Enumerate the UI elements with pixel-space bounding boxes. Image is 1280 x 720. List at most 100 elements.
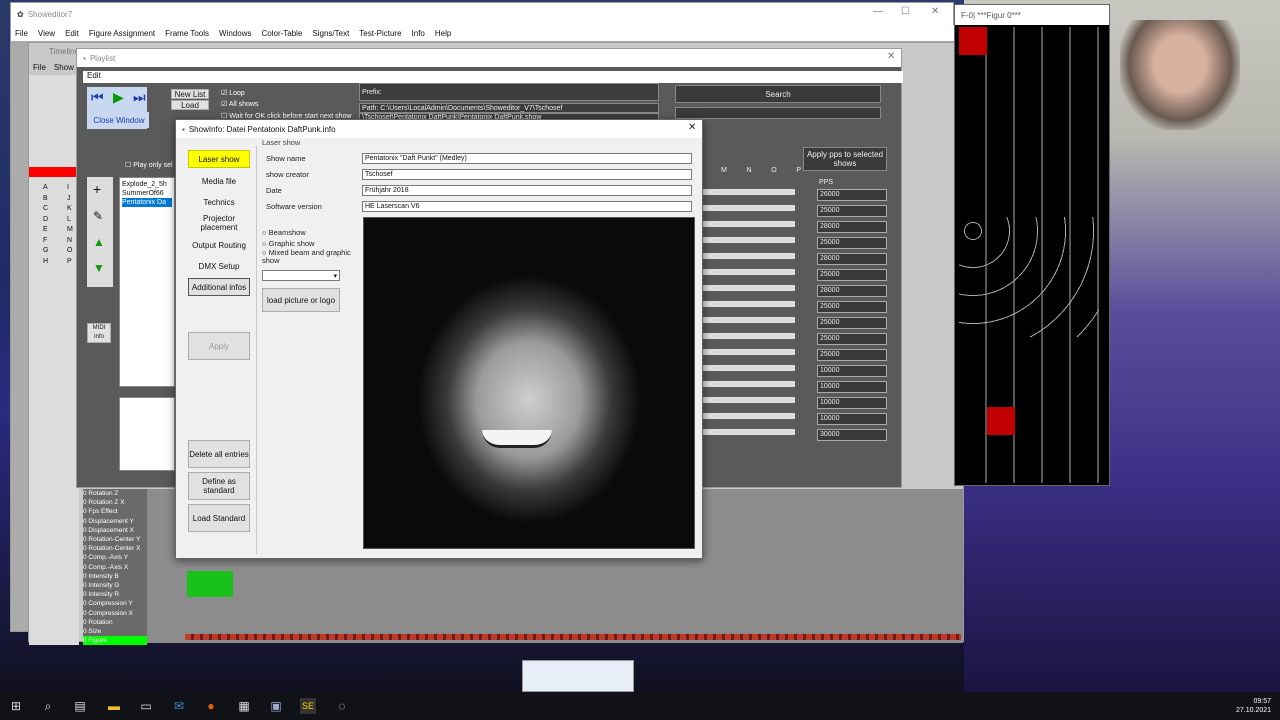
showeditor-icon[interactable]: ▣ [268, 698, 284, 714]
nav-laser-show[interactable]: Laser show [188, 150, 250, 168]
pps-field[interactable]: 25000 [817, 317, 887, 329]
track-label[interactable]: 0 Intensity G [83, 581, 147, 590]
nav-projector-placement[interactable]: Projector placement [188, 213, 250, 233]
track-label[interactable]: 0 Comp.-Axis X [83, 563, 147, 572]
close-icon[interactable]: ✕ [931, 6, 939, 17]
pps-field[interactable]: 25000 [817, 333, 887, 345]
close-window-button[interactable]: Close Window [89, 112, 149, 128]
pps-field[interactable]: 25000 [817, 349, 887, 361]
apply-pps-button[interactable]: Apply pps to selected shows [803, 147, 887, 171]
track-label[interactable]: 0 Intensity R [83, 590, 147, 599]
load-standard-button[interactable]: Load Standard [188, 504, 250, 532]
timeline-menu-file[interactable]: File [33, 63, 46, 72]
file-explorer-icon[interactable]: ▬ [106, 698, 122, 714]
radio-mixed[interactable]: ○ Mixed beam and graphic show [262, 249, 354, 265]
calculator-icon[interactable]: ▦ [236, 698, 252, 714]
pps-field[interactable]: 10000 [817, 413, 887, 425]
track-label[interactable]: 0 Rotation-Center X [83, 544, 147, 553]
menu-windows[interactable]: Windows [219, 29, 251, 38]
track-label[interactable]: 0 Fps Effect [83, 507, 147, 516]
show-name-field[interactable]: Pentatonix "Daft Punkt" (Medley) [362, 153, 692, 164]
pps-field[interactable]: 25000 [817, 205, 887, 217]
mail-icon[interactable]: ✉ [171, 698, 187, 714]
pps-field[interactable]: 10000 [817, 381, 887, 393]
move-up-icon[interactable]: ▲ [93, 235, 105, 249]
track-label[interactable]: 0 Displacement Y [83, 517, 147, 526]
menu-info[interactable]: Info [412, 29, 425, 38]
terminal-icon[interactable]: ▭ [138, 698, 154, 714]
menu-signs-text[interactable]: Signs/Text [312, 29, 349, 38]
se-app-icon[interactable]: SE [300, 698, 316, 714]
pps-field[interactable]: 30000 [817, 429, 887, 441]
load-picture-button[interactable]: load picture or logo [262, 288, 340, 312]
software-version-field[interactable]: HE Laserscan V6 [362, 201, 692, 212]
load-button[interactable]: Load [171, 100, 209, 110]
track-label[interactable]: 0 Rotation-Center Y [83, 535, 147, 544]
show-creator-field[interactable]: Tschosef [362, 169, 692, 180]
dialog-close-icon[interactable]: ✕ [688, 122, 696, 133]
track-label[interactable]: 0 Compression X [83, 609, 147, 618]
playlist-menu-edit[interactable]: Edit [83, 71, 903, 83]
radio-graphic-show[interactable]: ○ Graphic show [262, 239, 314, 248]
track-label[interactable]: 0 Intensity B [83, 572, 147, 581]
pps-field[interactable]: 10000 [817, 365, 887, 377]
figure-cell-red[interactable] [987, 407, 1015, 435]
track-label[interactable]: 0 Displacement X [83, 526, 147, 535]
track-label-figure[interactable]: 0 Figure [83, 636, 147, 646]
pps-field[interactable]: 10000 [817, 397, 887, 409]
pps-field[interactable]: 28000 [817, 285, 887, 297]
task-view-icon[interactable]: ▤ [72, 698, 88, 714]
pps-field[interactable]: 25000 [817, 269, 887, 281]
nav-technics[interactable]: Technics [188, 193, 250, 211]
apply-button[interactable]: Apply [188, 332, 250, 360]
track-label[interactable]: 0 Rotation Z [83, 489, 147, 498]
menu-figure-assignment[interactable]: Figure Assignment [89, 29, 155, 38]
app-icon[interactable]: ◌ [334, 698, 350, 714]
eraser-icon[interactable]: ✎ [93, 209, 103, 223]
nav-dmx-setup[interactable]: DMX Setup [188, 257, 250, 275]
menu-edit[interactable]: Edit [65, 29, 79, 38]
radio-beamshow[interactable]: ○ Beamshow [262, 228, 306, 237]
prefix-field[interactable]: Prefix: [359, 83, 659, 101]
loop-checkbox[interactable]: ☑ Loop [221, 89, 245, 97]
nav-media-file[interactable]: Media file [188, 172, 250, 190]
date-field[interactable]: Frühjahr 2018 [362, 185, 692, 196]
menu-file[interactable]: File [15, 29, 28, 38]
type-dropdown[interactable]: ▾ [262, 270, 340, 281]
menu-help[interactable]: Help [435, 29, 451, 38]
delete-all-button[interactable]: Delete all entries [188, 440, 250, 468]
search-icon[interactable]: ⌕ [40, 698, 56, 714]
play-icon[interactable]: ▶ [113, 89, 124, 106]
list-item-selected[interactable]: Pentatonix Da [122, 198, 172, 207]
pps-field[interactable]: 25000 [817, 301, 887, 313]
track-label[interactable]: 0 Compression Y [83, 599, 147, 608]
pps-field[interactable]: 28000 [817, 253, 887, 265]
menu-view[interactable]: View [38, 29, 55, 38]
list-item[interactable]: SummerOf66 [122, 189, 172, 198]
new-list-button[interactable]: New List [171, 89, 209, 99]
track-label[interactable]: 0 Rotation Z X [83, 498, 147, 507]
play-only-checkbox[interactable]: ☐ Play only sel [125, 161, 173, 169]
figure-cell-selected[interactable] [959, 27, 987, 55]
prev-track-icon[interactable]: ⏮ [91, 89, 104, 106]
nav-additional-infos[interactable]: Additional infos [188, 278, 250, 296]
windows-start-icon[interactable]: ⊞ [8, 698, 24, 714]
define-standard-button[interactable]: Define as standard [188, 472, 250, 500]
playlist-close-icon[interactable]: ✕ [887, 51, 895, 62]
track-label[interactable]: 0 Comp.-Axis Y [83, 553, 147, 562]
minimize-icon[interactable]: — [873, 6, 883, 17]
search-button[interactable]: Search [675, 85, 881, 103]
all-shows-checkbox[interactable]: ☑ All shows [221, 100, 258, 108]
pps-field[interactable]: 28000 [817, 221, 887, 233]
track-label[interactable]: 0 Size [83, 627, 147, 636]
menu-test-picture[interactable]: Test-Picture [359, 29, 401, 38]
firefox-icon[interactable]: ● [203, 698, 219, 714]
maximize-icon[interactable]: ☐ [901, 6, 910, 17]
pps-field[interactable]: 26000 [817, 189, 887, 201]
menu-color-table[interactable]: Color-Table [261, 29, 302, 38]
move-down-icon[interactable]: ▼ [93, 261, 105, 275]
midi-info-button[interactable]: MIDI info [87, 323, 111, 343]
next-track-icon[interactable]: ⏭ [133, 89, 146, 106]
add-icon[interactable]: + [93, 181, 101, 197]
search-field[interactable] [675, 107, 881, 119]
